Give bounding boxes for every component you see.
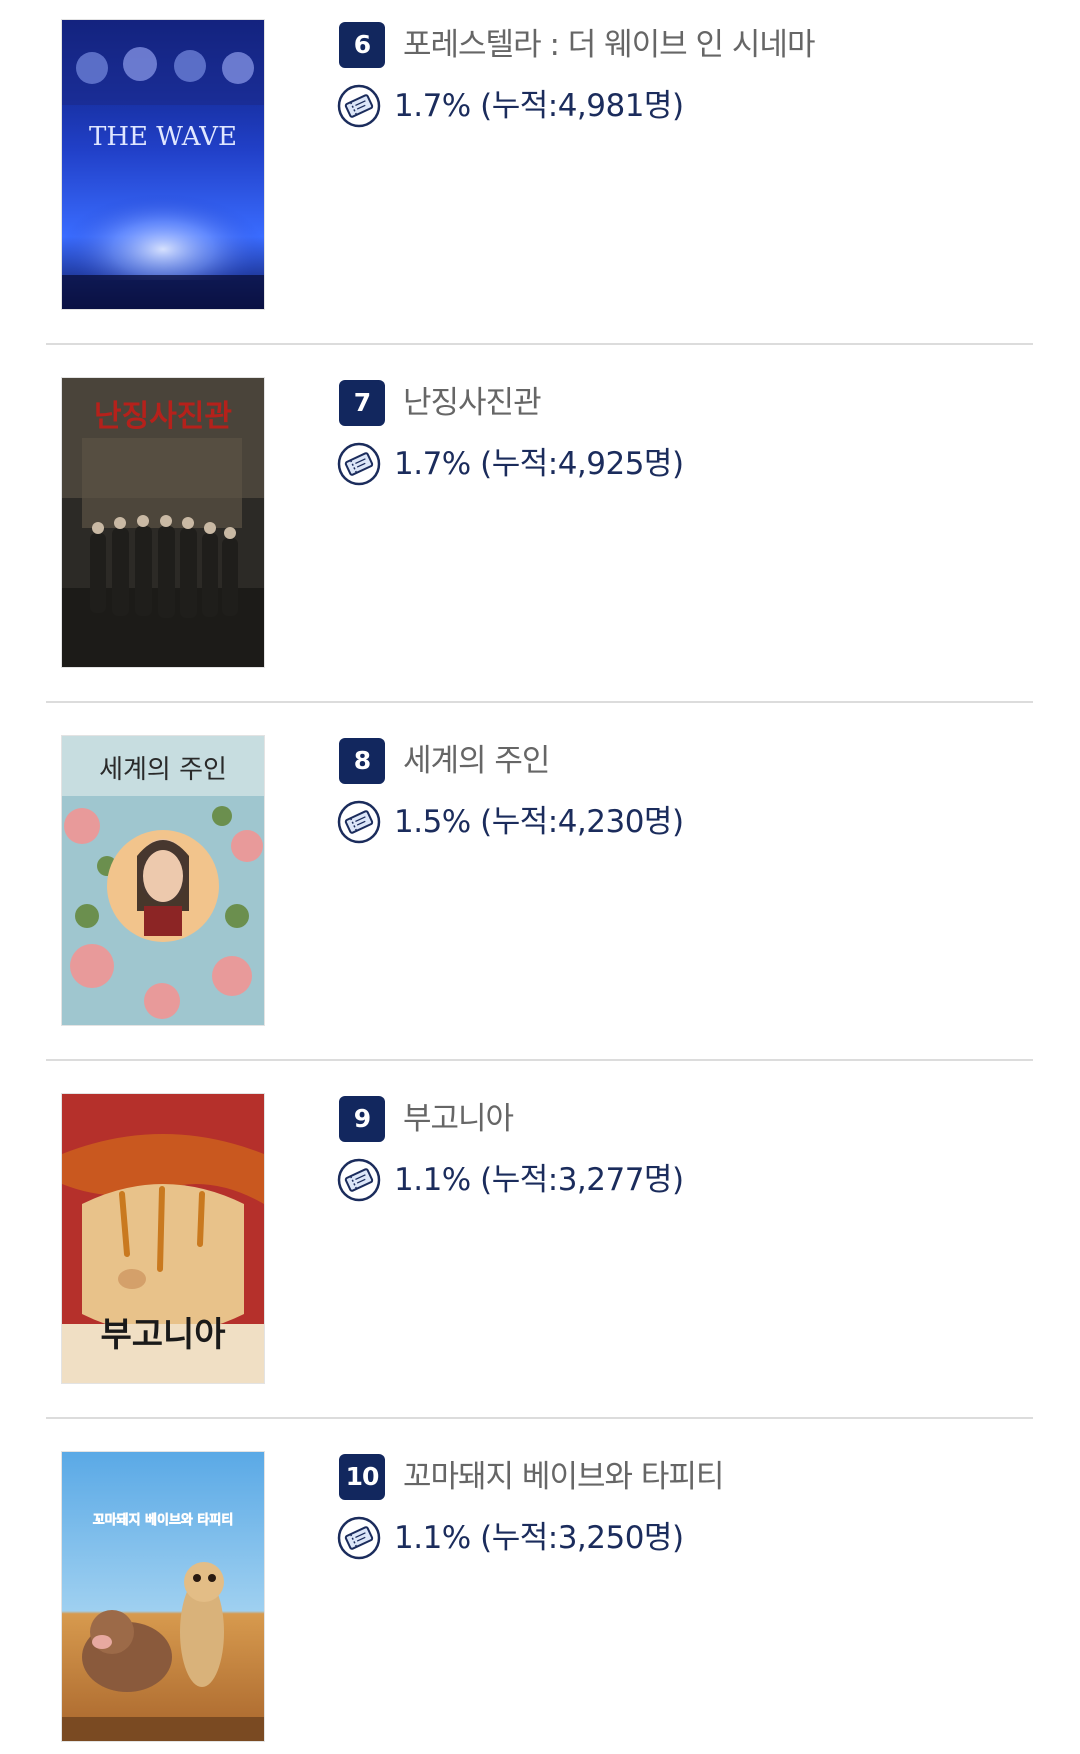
movie-title[interactable]: 꼬마돼지 베이브와 타피티 bbox=[403, 1454, 724, 1500]
poster-title-text: THE WAVE bbox=[89, 122, 237, 152]
concert-poster-image: THE WAVE bbox=[62, 20, 264, 309]
movie-title[interactable]: 세계의 주인 bbox=[403, 738, 550, 784]
rank-badge: 7 bbox=[339, 380, 385, 426]
rank-badge: 8 bbox=[339, 738, 385, 784]
movie-poster[interactable]: 세계의 주인 bbox=[62, 736, 264, 1025]
poster-title-text: 세계의 주인 bbox=[99, 755, 227, 785]
audience-share-stats: 1.1% (누적:3,277명) bbox=[394, 1162, 684, 1198]
movie-item[interactable]: 난징사진관 7 난징사진관 1.7% (누적:4,925명) bbox=[0, 358, 1080, 716]
audience-share-stats: 1.7% (누적:4,981명) bbox=[394, 88, 684, 124]
divider bbox=[46, 701, 1033, 703]
rank-badge: 6 bbox=[339, 22, 385, 68]
ticket-icon bbox=[337, 1516, 381, 1560]
poster-title-text: 부고니아 bbox=[100, 1315, 225, 1355]
ticket-icon bbox=[337, 442, 381, 486]
movie-poster[interactable]: THE WAVE bbox=[62, 20, 264, 309]
movie-item[interactable]: 꼬마돼지 베이브와 타피티 10 꼬마돼지 베이브와 타피티 1.1% (누적:… bbox=[0, 1432, 1080, 1754]
rank-badge: 10 bbox=[339, 1454, 385, 1500]
movie-poster[interactable]: 난징사진관 bbox=[62, 378, 264, 667]
flower-portrait-poster-image: 세계의 주인 bbox=[62, 736, 264, 1025]
movie-item[interactable]: THE WAVE 6 포레스텔라 : 더 웨이브 인 시네마 1.7% (누적:… bbox=[0, 0, 1080, 358]
audience-share-stats: 1.7% (누적:4,925명) bbox=[394, 446, 684, 482]
divider bbox=[46, 343, 1033, 345]
movie-title[interactable]: 난징사진관 bbox=[403, 380, 542, 426]
ticket-icon bbox=[337, 800, 381, 844]
movie-poster[interactable]: 꼬마돼지 베이브와 타피티 bbox=[62, 1452, 264, 1741]
ticket-icon bbox=[337, 1158, 381, 1202]
movie-ranking-list: THE WAVE 6 포레스텔라 : 더 웨이브 인 시네마 1.7% (누적:… bbox=[0, 0, 1080, 1754]
movie-title[interactable]: 부고니아 bbox=[403, 1096, 514, 1142]
ticket-icon bbox=[337, 84, 381, 128]
divider bbox=[46, 1059, 1033, 1061]
audience-share-stats: 1.1% (누적:3,250명) bbox=[394, 1520, 684, 1556]
movie-poster[interactable]: 부고니아 bbox=[62, 1094, 264, 1383]
group-photo-poster-image: 난징사진관 bbox=[62, 378, 264, 667]
movie-title[interactable]: 포레스텔라 : 더 웨이브 인 시네마 bbox=[403, 22, 815, 68]
movie-item[interactable]: 부고니아 9 부고니아 1.1% (누적:3,277명) bbox=[0, 1074, 1080, 1432]
audience-share-stats: 1.5% (누적:4,230명) bbox=[394, 804, 684, 840]
poster-title-text: 난징사진관 bbox=[94, 399, 232, 434]
animation-poster-image: 꼬마돼지 베이브와 타피티 bbox=[62, 1452, 264, 1741]
poster-title-text: 꼬마돼지 베이브와 타피티 bbox=[93, 1512, 234, 1528]
movie-item[interactable]: 세계의 주인 8 세계의 주인 1.5% (누적:4,230명) bbox=[0, 716, 1080, 1074]
dripping-face-poster-image: 부고니아 bbox=[62, 1094, 264, 1383]
divider bbox=[46, 1417, 1033, 1419]
rank-badge: 9 bbox=[339, 1096, 385, 1142]
